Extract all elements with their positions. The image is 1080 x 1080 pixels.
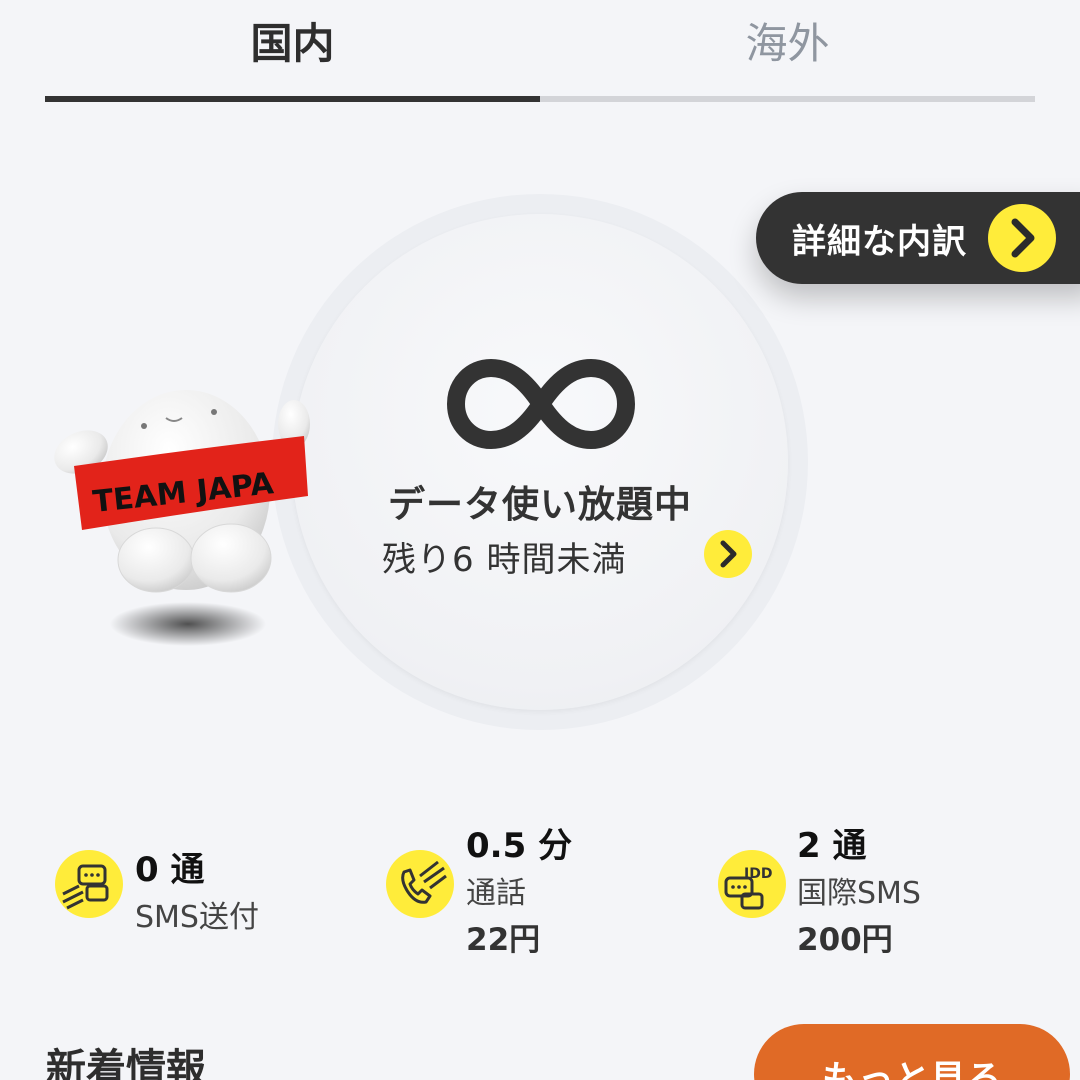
see-more-button[interactable]: もっと見る	[754, 1024, 1070, 1080]
detail-breakdown-label: 詳細な内訳	[792, 221, 967, 262]
sms-label: SMS送付	[135, 900, 259, 935]
sms-count: 0 通	[135, 850, 205, 890]
call-minutes: 0.5 分	[466, 826, 573, 866]
sms-icon	[55, 850, 123, 918]
news-section-title: 新着情報	[46, 1046, 206, 1080]
tab-domestic[interactable]: 国内	[45, 0, 540, 100]
usage-screen: 国内 海外 詳細な内訳 データ使い放題中 残り6 時間未満 TEAM JAPA …	[0, 0, 1080, 1080]
remaining-chevron-button[interactable]	[704, 530, 752, 578]
phone-icon	[386, 850, 454, 918]
idd-sms-icon: IDD	[718, 850, 786, 918]
tab-indicator-active	[45, 96, 540, 102]
data-status-text: データ使い放題中	[388, 483, 692, 526]
data-usage-circle	[292, 214, 788, 710]
intl-sms-count: 2 通	[797, 826, 867, 866]
infinity-icon	[447, 359, 635, 449]
tab-overseas[interactable]: 海外	[540, 0, 1035, 100]
data-usage-ring	[272, 194, 808, 730]
call-price: 22円	[466, 922, 541, 958]
chevron-right-icon	[720, 540, 737, 568]
svg-text:IDD: IDD	[744, 866, 772, 882]
intl-sms-label: 国際SMS	[797, 876, 921, 911]
data-remaining-text: 残り6 時間未満	[382, 540, 627, 580]
tab-indicator-track	[45, 96, 1035, 102]
region-tabs: 国内 海外	[45, 0, 1035, 104]
detail-breakdown-button[interactable]: 詳細な内訳	[756, 192, 1080, 284]
call-label: 通話	[466, 876, 526, 911]
chevron-right-icon	[988, 204, 1056, 272]
intl-sms-price: 200円	[797, 922, 893, 958]
mascot-illustration: TEAM JAPA	[54, 390, 310, 646]
